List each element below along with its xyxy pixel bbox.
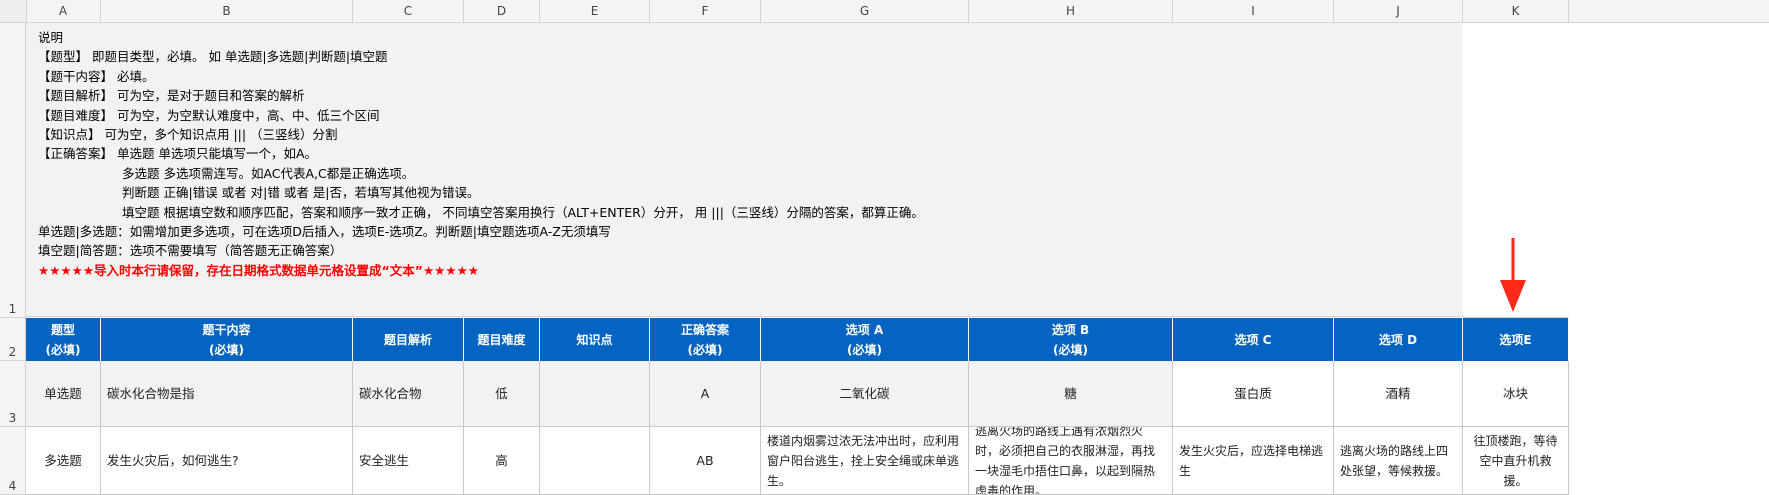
column-header-bar: A B C D E F G H I J K [0, 0, 1769, 23]
header-knowledge-point[interactable]: 知识点 [540, 318, 650, 361]
header-option-d[interactable]: 选项 D [1334, 318, 1463, 361]
header-option-b[interactable]: 选项 B (必填) [969, 318, 1173, 361]
column-header-d[interactable]: D [464, 0, 540, 22]
notes-line: 填空题 根据填空数和顺序匹配，答案和顺序一致才正确， 不同填空答案用换行（ALT… [122, 205, 924, 220]
notes-line: 判断题 正确|错误 或者 对|错 或者 是|否，若填写其他视为错误。 [122, 185, 480, 200]
column-header-g[interactable]: G [761, 0, 969, 22]
notes-line: 【题目解析】 可为空，是对于题目和答案的解析 [38, 88, 305, 103]
notes-line: 单选题|多选题：如需增加更多选项，可在选项D后插入，选项E-选项Z。判断题|填空… [38, 224, 611, 239]
cell-a4[interactable]: 多选题 [26, 427, 101, 495]
cell-d4[interactable]: 高 [464, 427, 540, 495]
instructions-cell[interactable]: 说明 【题型】 即题目类型，必填。 如 单选题|多选题|判断题|填空题 【题干内… [26, 23, 1463, 317]
cell-a3[interactable]: 单选题 [26, 361, 101, 427]
header-correct-answer[interactable]: 正确答案 (必填) [650, 318, 761, 361]
cell-f3[interactable]: A [650, 361, 761, 427]
header-question-type[interactable]: 题型 (必填) [26, 318, 101, 361]
column-header-h[interactable]: H [969, 0, 1173, 22]
cell-j4[interactable]: 逃离火场的路线上四处张望，等候救援。 [1334, 427, 1463, 495]
notes-line: 【知识点】 可为空，多个知识点用 ||| （三竖线）分割 [38, 127, 338, 142]
header-option-e[interactable]: 选项E [1463, 318, 1569, 361]
header-option-a[interactable]: 选项 A (必填) [761, 318, 969, 361]
header-question-stem[interactable]: 题干内容 (必填) [101, 318, 353, 361]
cell-c3[interactable]: 碳水化合物 [353, 361, 464, 427]
column-header-c[interactable]: C [353, 0, 464, 22]
column-header-k[interactable]: K [1463, 0, 1569, 22]
column-header-e[interactable]: E [540, 0, 650, 22]
cell-i4[interactable]: 发生火灾后，应选择电梯逃生 [1173, 427, 1334, 495]
notes-title: 说明 [38, 30, 64, 45]
cell-g4[interactable]: 楼道内烟雾过浓无法冲出时，应利用窗户阳台逃生，拴上安全绳或床单逃生。 [761, 427, 969, 495]
header-analysis[interactable]: 题目解析 [353, 318, 464, 361]
cell-e4[interactable] [540, 427, 650, 495]
notes-line: 【正确答案】 单选题 单选项只能填写一个，如A。 [38, 146, 317, 161]
row-header-2[interactable]: 2 [0, 318, 26, 361]
notes-line: 填空题|简答题：选项不需要填写（简答题无正确答案） [38, 243, 343, 258]
cell-d3[interactable]: 低 [464, 361, 540, 427]
column-header-b[interactable]: B [101, 0, 353, 22]
cell-c4[interactable]: 安全逃生 [353, 427, 464, 495]
cell-h3[interactable]: 糖 [969, 361, 1173, 427]
notes-line: 【题型】 即题目类型，必填。 如 单选题|多选题|判断题|填空题 [38, 49, 388, 64]
cell-h4[interactable]: 逃离火场的路线上遇有浓烟烈火时，必须把自己的衣服淋湿，再找一块湿毛巾捂住口鼻，以… [969, 427, 1173, 495]
cell-j3[interactable]: 酒精 [1334, 361, 1463, 427]
column-header-f[interactable]: F [650, 0, 761, 22]
column-header-i[interactable]: I [1173, 0, 1334, 22]
notes-line: 多选题 多选项需连写。如AC代表A,C都是正确选项。 [122, 166, 415, 181]
column-header-a[interactable]: A [26, 0, 101, 22]
row-header-1[interactable]: 1 [0, 23, 26, 318]
row-header-4[interactable]: 4 [0, 427, 26, 495]
warning-line: ★★★★★导入时本行请保留，存在日期格式数据单元格设置成“文本”★★★★★ [38, 263, 479, 278]
red-arrow-icon [1500, 238, 1526, 312]
select-all-corner[interactable] [0, 0, 27, 22]
row-header-3[interactable]: 3 [0, 361, 26, 427]
header-difficulty[interactable]: 题目难度 [464, 318, 540, 361]
notes-line: 【题目难度】 可为空，为空默认难度中，高、中、低三个区间 [38, 108, 380, 123]
cell-k3[interactable]: 冰块 [1463, 361, 1569, 427]
cell-b3[interactable]: 碳水化合物是指 [101, 361, 353, 427]
header-option-c[interactable]: 选项 C [1173, 318, 1334, 361]
column-header-j[interactable]: J [1334, 0, 1463, 22]
cell-g3[interactable]: 二氧化碳 [761, 361, 969, 427]
cell-i3[interactable]: 蛋白质 [1173, 361, 1334, 427]
cell-e3[interactable] [540, 361, 650, 427]
cell-b4[interactable]: 发生火灾后，如何逃生? [101, 427, 353, 495]
notes-line: 【题干内容】 必填。 [38, 69, 155, 84]
cell-f4[interactable]: AB [650, 427, 761, 495]
cell-k4[interactable]: 往顶楼跑，等待空中直升机救援。 [1463, 427, 1569, 495]
